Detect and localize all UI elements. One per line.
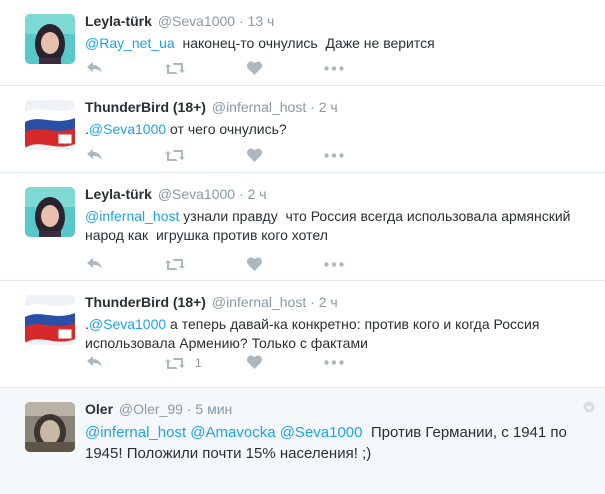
- separator: ·: [186, 401, 192, 417]
- timestamp[interactable]: 2 ч: [319, 99, 338, 115]
- avatar[interactable]: [25, 187, 75, 237]
- like-icon: [247, 148, 262, 162]
- author-handle[interactable]: @Seva1000: [158, 13, 235, 29]
- author-name[interactable]: Leyla-türk: [85, 13, 152, 29]
- author-name[interactable]: Leyla-türk: [85, 186, 152, 202]
- author-name[interactable]: ThunderBird (18+): [85, 294, 206, 310]
- tweet-4[interactable]: ThunderBird (18+) @infernal_host · 2 ч .…: [0, 281, 605, 388]
- tweet-body: от чего очнулись?: [166, 121, 287, 137]
- more-icon: [324, 360, 344, 365]
- like-icon: [247, 355, 262, 369]
- caret-button[interactable]: [583, 400, 595, 418]
- reply-button[interactable]: [87, 62, 103, 74]
- retweet-button[interactable]: [165, 258, 195, 271]
- retweet-icon: [165, 150, 185, 161]
- more-button[interactable]: [324, 66, 344, 71]
- tweet-text: .@Seva1000 а теперь давай-ка конкретно: …: [85, 315, 585, 353]
- retweet-button[interactable]: 1: [165, 356, 202, 370]
- separator: ·: [310, 99, 315, 115]
- reply-button[interactable]: [87, 356, 103, 368]
- author-name[interactable]: ThunderBird (18+): [85, 99, 206, 115]
- tweet-text: @infernal_host узнали правду что Россия …: [85, 207, 585, 245]
- reply-icon: [87, 258, 102, 269]
- tweet-text: .@Seva1000 от чего очнулись?: [85, 120, 585, 139]
- retweet-icon: [165, 259, 185, 270]
- reply-button[interactable]: [87, 149, 103, 161]
- author-handle[interactable]: @Seva1000: [158, 186, 235, 202]
- avatar[interactable]: [25, 402, 75, 452]
- more-icon: [324, 66, 344, 71]
- tweet-header: Leyla-türk @Seva1000 · 2 ч: [85, 185, 595, 203]
- tweet-header: ThunderBird (18+) @infernal_host · 2 ч: [85, 293, 595, 311]
- like-icon: [247, 61, 262, 75]
- caret-icon: [583, 401, 595, 413]
- reply-icon: [87, 62, 102, 73]
- like-button[interactable]: [247, 61, 262, 75]
- reply-icon: [87, 356, 102, 367]
- more-button[interactable]: [324, 153, 344, 158]
- tweet-header: Oler @Oler_99 · 5 мин: [85, 400, 595, 418]
- avatar[interactable]: [25, 14, 75, 64]
- retweet-icon: [165, 357, 185, 369]
- mention-link[interactable]: @infernal_host @Amavocka @Seva1000: [85, 424, 363, 441]
- tweet-header: Leyla-türk @Seva1000 · 13 ч: [85, 12, 595, 30]
- timestamp[interactable]: 5 мин: [195, 401, 232, 417]
- separator: ·: [310, 294, 315, 310]
- reply-button[interactable]: [87, 258, 103, 270]
- more-icon: [324, 262, 344, 267]
- more-icon: [324, 153, 344, 158]
- mention-link[interactable]: @Seva1000: [89, 121, 166, 137]
- author-handle[interactable]: @infernal_host: [212, 99, 306, 115]
- timestamp[interactable]: 2 ч: [248, 186, 267, 202]
- reply-icon: [87, 149, 102, 160]
- tweet-text: @infernal_host @Amavocka @Seva1000 Проти…: [85, 422, 585, 464]
- mention-link[interactable]: @infernal_host: [85, 208, 179, 224]
- author-name[interactable]: Oler: [85, 401, 113, 417]
- more-button[interactable]: [324, 262, 344, 267]
- separator: ·: [238, 13, 244, 29]
- retweet-button[interactable]: [165, 149, 195, 162]
- timestamp[interactable]: 2 ч: [319, 294, 338, 310]
- tweet-text: @Ray_net_ua наконец-то очнулись Даже не …: [85, 34, 585, 53]
- tweet-2[interactable]: ThunderBird (18+) @infernal_host · 2 ч .…: [0, 86, 605, 173]
- avatar[interactable]: [25, 295, 75, 345]
- mention-link[interactable]: @Seva1000: [89, 316, 166, 332]
- tweet-body: наконец-то очнулись Даже не верится: [174, 35, 435, 51]
- tweet-3[interactable]: Leyla-türk @Seva1000 · 2 ч @infernal_hos…: [0, 173, 605, 281]
- like-button[interactable]: [247, 355, 262, 369]
- mention-link[interactable]: @Ray_net_ua: [85, 35, 175, 51]
- tweet-5[interactable]: Oler @Oler_99 · 5 мин @infernal_host @Am…: [0, 388, 605, 494]
- like-button[interactable]: [247, 257, 262, 271]
- more-button[interactable]: [324, 360, 344, 365]
- separator: ·: [238, 186, 244, 202]
- like-button[interactable]: [247, 148, 262, 162]
- tweet-header: ThunderBird (18+) @infernal_host · 2 ч: [85, 98, 595, 116]
- retweet-count: 1: [195, 356, 202, 370]
- author-handle[interactable]: @Oler_99: [119, 401, 183, 417]
- avatar[interactable]: [25, 100, 75, 150]
- tweet-1[interactable]: Leyla-türk @Seva1000 · 13 ч @Ray_net_ua …: [0, 0, 605, 86]
- like-icon: [247, 257, 262, 271]
- timestamp[interactable]: 13 ч: [248, 13, 275, 29]
- author-handle[interactable]: @infernal_host: [212, 294, 306, 310]
- retweet-button[interactable]: [165, 62, 195, 75]
- retweet-icon: [165, 63, 185, 74]
